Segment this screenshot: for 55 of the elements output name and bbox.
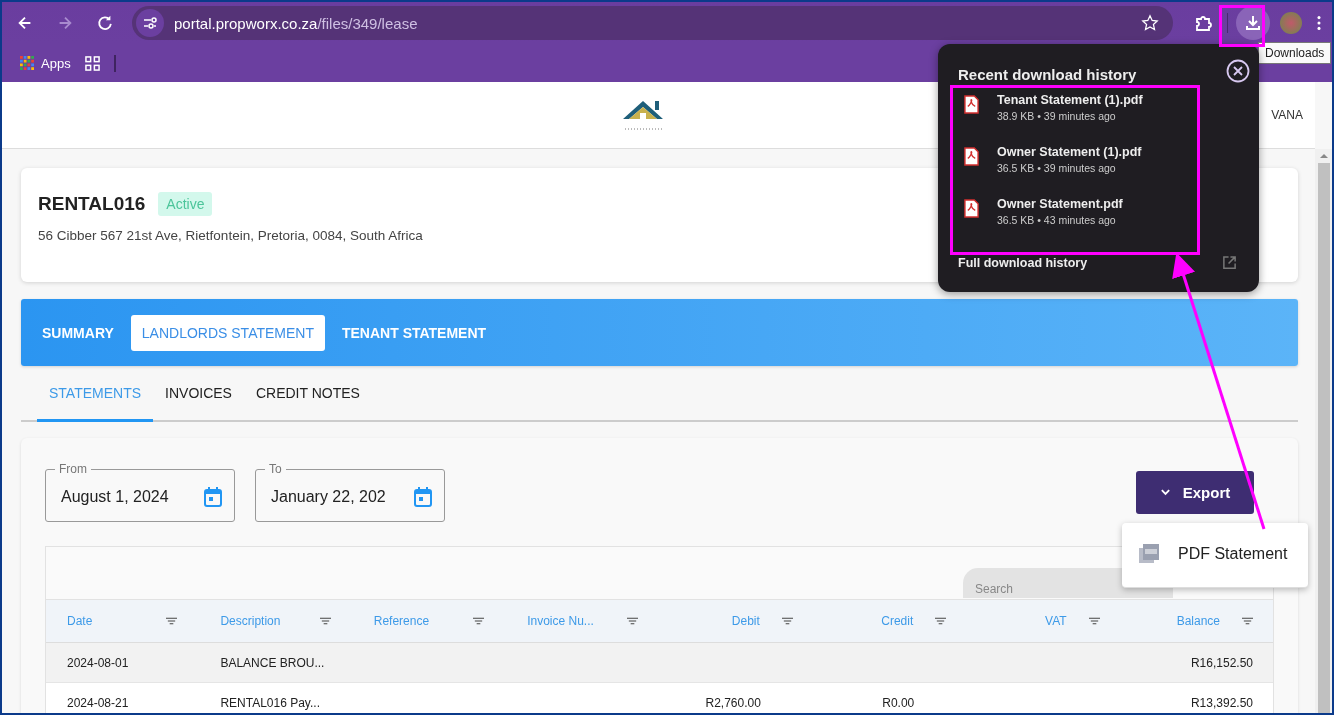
scroll-up-icon[interactable] [1318,153,1329,159]
tab-groups-icon[interactable] [84,55,100,71]
download-item[interactable]: Owner Statement.pdf 36.5 KB • 43 minutes ago [958,195,1123,239]
highlight-box [1219,5,1265,47]
chevron-down-icon [1159,488,1171,496]
filter-icon[interactable] [319,617,331,625]
table-cell: R16,152.50 [1190,655,1253,670]
extensions-icon[interactable] [1193,13,1213,33]
filter-icon[interactable] [166,617,178,625]
panel-title: Recent download history [958,66,1137,83]
table-cell: 2024-08-21 [67,695,129,710]
sub-tab[interactable]: INVOICES [153,371,244,422]
filter-icon[interactable] [473,617,485,625]
export-button[interactable]: Export [1136,470,1254,514]
filter-icon[interactable] [626,617,638,625]
filter-icon[interactable] [1088,617,1100,625]
date-field[interactable]: To January 22, 202 [255,462,445,522]
date-field[interactable]: From August 1, 2024 [45,462,235,522]
statement-tab[interactable]: LANDLORDS STATEMENT [130,314,325,351]
downloads-tooltip: Downloads [1258,42,1332,64]
table-cell: R0.00 [882,695,915,710]
download-item[interactable]: Owner Statement (1).pdf 36.5 KB • 39 minutes ago [958,143,1142,187]
pdf-file-icon [964,199,979,218]
menu-item[interactable]: PDF Statement [1122,523,1308,565]
user-name: VANA [1271,108,1303,122]
star-icon[interactable] [1141,14,1159,32]
bookmark-item[interactable]: Apps [20,55,71,71]
download-icon [1243,13,1263,33]
property-address: 56 Cibber 567 21st Ave, Rietfontein, Pretoria, 0084, South Africa [38,228,424,243]
table-cell: RENTAL016 Pay... [220,695,320,710]
calendar-icon[interactable] [204,486,222,507]
table-cell: R2,760.00 [705,695,761,710]
table-cell: R13,392.50 [1190,695,1253,710]
pdf-file-icon [964,147,979,166]
full-history-link[interactable]: Full download history [958,255,1088,270]
filter-icon[interactable] [781,617,793,625]
status-badge: Active [158,192,213,216]
sub-tab[interactable]: CREDIT NOTES [243,371,372,422]
pdf-file-icon [964,95,979,114]
address-bar[interactable]: portal.propworx.co.za/files/349/lease [132,6,1173,40]
apps-grid-icon [20,56,34,70]
download-item[interactable]: Tenant Statement (1).pdf 38.9 KB • 39 minutes ago [958,91,1143,135]
filter-icon[interactable] [935,617,947,625]
scrollbar[interactable] [1315,149,1332,713]
site-settings-icon[interactable] [136,9,164,37]
table-cell: BALANCE BROU... [220,655,325,670]
menu-icon[interactable] [1316,14,1322,32]
reload-icon[interactable] [96,14,114,32]
external-link-icon[interactable] [1222,255,1237,270]
table-cell: 2024-08-01 [67,655,129,670]
property-code: RENTAL016 [38,193,146,215]
calendar-icon[interactable] [414,486,432,507]
pdf-icon [1138,543,1160,565]
filter-icon[interactable] [1242,617,1253,625]
close-icon[interactable] [1226,58,1250,83]
